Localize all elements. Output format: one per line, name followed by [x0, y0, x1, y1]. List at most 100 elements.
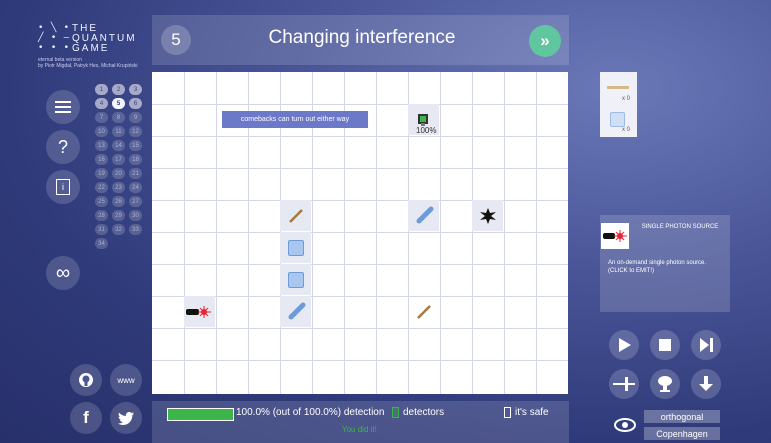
beam-splitter-icon[interactable]	[288, 302, 306, 325]
level-item[interactable]: 34	[95, 238, 108, 249]
level-item[interactable]: 32	[112, 224, 125, 235]
mirror-icon[interactable]	[288, 208, 304, 229]
twitter-icon	[118, 411, 134, 425]
level-item[interactable]: 28	[95, 210, 108, 221]
grid-line	[152, 360, 568, 361]
interpretation-toggle[interactable]: Copenhagen	[644, 427, 720, 440]
eye-icon[interactable]	[614, 418, 636, 437]
sandbox-button[interactable]: ∞	[46, 256, 80, 290]
level-item[interactable]: 15	[129, 140, 142, 151]
level-item[interactable]: 20	[112, 168, 125, 179]
level-item[interactable]: 23	[112, 182, 125, 193]
next-level-button[interactable]: »	[529, 25, 561, 57]
level-item[interactable]: 19	[95, 168, 108, 179]
mirror-icon[interactable]	[416, 304, 432, 325]
level-item[interactable]: 21	[129, 168, 142, 179]
game-logo: • ╲ • THE ╱ • — QUANTUM • • • GAME eternal …	[38, 23, 148, 70]
stop-button[interactable]	[650, 330, 680, 360]
ket-view-icon	[613, 377, 635, 391]
detection-progress-bar	[167, 408, 234, 421]
website-button[interactable]: www	[110, 364, 142, 396]
level-item[interactable]: 25	[95, 196, 108, 207]
grid-line	[152, 200, 568, 201]
github-icon	[79, 373, 93, 387]
play-button[interactable]	[609, 330, 639, 360]
element-description: An on-demand single photon source. (CLIC…	[608, 260, 707, 274]
facebook-button[interactable]: f	[70, 402, 102, 434]
step-forward-button[interactable]	[691, 330, 721, 360]
download-button[interactable]	[691, 369, 721, 399]
level-item[interactable]: 22	[95, 182, 108, 193]
level-item[interactable]: 13	[95, 140, 108, 151]
level-selector: 1 2 3 4 5 6 7 8 9 10 11 12 13 14 15 16 17 18 19 20 21 22 23 24 2…	[95, 84, 145, 249]
view-mode-toggle[interactable]: orthogonal	[644, 410, 720, 423]
level-item[interactable]: 33	[129, 224, 142, 235]
level-item[interactable]: 1	[95, 84, 108, 95]
level-item[interactable]: 16	[95, 154, 108, 165]
detector-percent: 100%	[416, 126, 437, 135]
progress-fill	[168, 409, 233, 420]
level-item[interactable]: 24	[129, 182, 142, 193]
grid-line	[152, 264, 568, 265]
level-item[interactable]: 6	[129, 98, 142, 109]
element-name: SINGLE PHOTON SOURCE	[641, 224, 719, 230]
grid-line	[152, 328, 568, 329]
mirror-count: x 0	[621, 96, 630, 102]
rock-icon[interactable]	[480, 208, 496, 229]
glass-count: x 0	[621, 127, 630, 133]
level-item[interactable]: 27	[129, 196, 142, 207]
level-item[interactable]: 5	[112, 98, 125, 109]
detection-text: 100.0% (out of 100.0%) detection	[236, 407, 385, 418]
detector-icon[interactable]	[416, 112, 430, 126]
glass-tool-icon[interactable]	[610, 112, 625, 127]
menu-button[interactable]	[46, 90, 80, 124]
level-item[interactable]: 3	[129, 84, 142, 95]
level-item[interactable]: 2	[112, 84, 125, 95]
play-icon	[619, 338, 631, 352]
level-item[interactable]: 10	[95, 126, 108, 137]
logo-symbols: • ╲ •	[38, 23, 71, 33]
safe-indicator: it's safe	[504, 407, 549, 418]
grid-line	[472, 72, 473, 394]
grid-line	[152, 104, 568, 105]
success-message: You did it!	[342, 425, 377, 434]
laser-source-icon[interactable]	[186, 305, 212, 324]
info-icon: i	[56, 179, 70, 195]
level-item[interactable]: 30	[129, 210, 142, 221]
toolbox: x 0 x 0	[600, 72, 637, 137]
grid-line	[152, 136, 568, 137]
level-item[interactable]: 11	[112, 126, 125, 137]
level-item[interactable]: 14	[112, 140, 125, 151]
level-item[interactable]: 29	[112, 210, 125, 221]
level-item[interactable]: 9	[129, 112, 142, 123]
detectors-indicator: detectors	[392, 407, 444, 418]
authors-line: by Piotr Migdał, Patryk Hes, Michał Krup…	[38, 63, 138, 69]
explosion-button[interactable]	[650, 369, 680, 399]
beam-splitter-icon[interactable]	[416, 206, 434, 229]
level-item[interactable]: 18	[129, 154, 142, 165]
level-item[interactable]: 8	[112, 112, 125, 123]
level-item[interactable]: 17	[112, 154, 125, 165]
grid-line	[536, 72, 537, 394]
game-board[interactable]: comebacks can turn out either way 100%	[152, 72, 568, 394]
level-item[interactable]: 7	[95, 112, 108, 123]
level-item[interactable]: 12	[129, 126, 142, 137]
status-bar: 100.0% (out of 100.0%) detection detecto…	[152, 401, 569, 443]
thin-mirror-tool-icon[interactable]	[607, 86, 629, 89]
glass-icon[interactable]	[288, 240, 304, 256]
download-icon	[699, 376, 713, 391]
encyclopedia-button[interactable]: i	[46, 170, 80, 204]
level-item[interactable]: 26	[112, 196, 125, 207]
grid-line	[184, 72, 185, 394]
help-button[interactable]: ?	[46, 130, 80, 164]
glass-icon[interactable]	[288, 272, 304, 288]
ket-view-button[interactable]	[609, 369, 639, 399]
level-item[interactable]: 4	[95, 98, 108, 109]
safe-label: it's safe	[515, 407, 549, 418]
logo-word: GAME	[72, 42, 110, 54]
twitter-button[interactable]	[110, 402, 142, 434]
stop-icon	[659, 339, 671, 351]
github-button[interactable]	[70, 364, 102, 396]
detector-status-icon	[392, 407, 399, 418]
level-item[interactable]: 31	[95, 224, 108, 235]
